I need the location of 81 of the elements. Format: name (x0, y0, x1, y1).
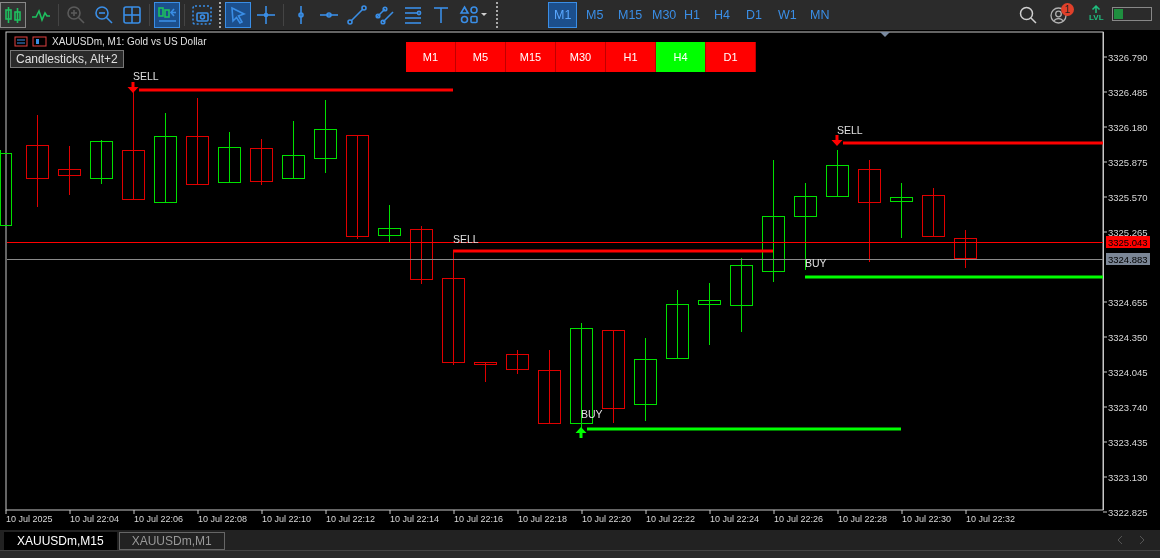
price-tick-label: 3324.045 (1108, 366, 1148, 378)
timeframe-button[interactable]: M5 (456, 42, 506, 72)
autoscroll-button[interactable] (154, 2, 180, 28)
chart-tab[interactable]: XAUUSDm,M1 (118, 532, 225, 550)
sell-arrow-icon (127, 82, 139, 93)
candlestick-icon (3, 5, 23, 25)
chart-symbol-title: XAUUSDm, M1: Gold vs US Dollar (52, 36, 207, 47)
time-label: 10 Jul 22:30 (902, 514, 952, 524)
time-label: 10 Jul 22:10 (262, 514, 312, 524)
tooltip: Candlesticks, Alt+2 (10, 50, 124, 68)
signal-label: SELL (133, 70, 159, 82)
price-tick-label: 3322.825 (1108, 506, 1148, 518)
time-label: 10 Jul 22:26 (774, 514, 824, 524)
trendline-button[interactable] (344, 2, 370, 28)
signal-label: SELL (453, 233, 479, 245)
price-tick-label: 3324.655 (1108, 296, 1148, 308)
price-label: 3324.883 (1108, 254, 1148, 265)
price-tick-label: 3326.485 (1108, 86, 1148, 98)
price-tick-label: 3325.570 (1108, 191, 1148, 203)
time-label: 10 Jul 22:14 (390, 514, 440, 524)
timeframe-button[interactable]: M15 (506, 42, 556, 72)
cursor-button[interactable] (225, 2, 251, 28)
chart-tab[interactable]: XAUUSDm,M15 (4, 532, 117, 550)
signal-label: BUY (805, 257, 827, 269)
zoom-in-icon (66, 5, 86, 25)
price-tick-label: 3326.790 (1108, 51, 1148, 63)
grid-icon (122, 5, 142, 25)
level-meter (1112, 7, 1152, 21)
timeframe-tab[interactable]: D1 (740, 2, 768, 28)
crosshair-icon (256, 5, 276, 25)
timeframe-tab[interactable]: W1 (772, 2, 803, 28)
notification-badge: 1 (1061, 3, 1074, 16)
price-tick-label: 3325.265 (1108, 226, 1148, 238)
time-label: 10 Jul 22:12 (326, 514, 376, 524)
sell-arrow-icon (831, 135, 843, 146)
fibonacci-icon (403, 5, 423, 25)
price-tick-label: 3325.875 (1108, 156, 1148, 168)
time-label: 10 Jul 22:32 (966, 514, 1016, 524)
time-label: 10 Jul 22:22 (646, 514, 696, 524)
time-label: 10 Jul 22:20 (582, 514, 632, 524)
time-label: 10 Jul 2025 (6, 514, 53, 524)
timeframe-button[interactable]: M30 (556, 42, 606, 72)
time-label: 10 Jul 22:16 (454, 514, 504, 524)
timeframe-tab[interactable]: M5 (580, 2, 610, 28)
timeframe-tab[interactable]: M1 (548, 2, 578, 28)
timeframe-tab[interactable]: H4 (708, 2, 736, 28)
time-label: 10 Jul 22:18 (518, 514, 568, 524)
autoscroll-icon (157, 5, 177, 25)
time-label: 10 Jul 22:24 (710, 514, 760, 524)
buy-arrow-icon (575, 427, 587, 438)
price-tick-label: 3323.435 (1108, 436, 1148, 448)
timeframe-button[interactable]: H1 (606, 42, 656, 72)
cursor-icon (228, 5, 248, 25)
time-label: 10 Jul 22:08 (198, 514, 248, 524)
price-tick-label: 3324.350 (1108, 331, 1148, 343)
trendline-icon (347, 5, 367, 25)
channel-icon (375, 5, 395, 25)
scroll-right-icon[interactable] (1138, 535, 1146, 545)
zoom-out-icon (94, 5, 114, 25)
search-icon[interactable] (1019, 6, 1037, 24)
signal-label: SELL (837, 124, 863, 136)
camera-icon (192, 5, 212, 25)
time-label: 10 Jul 22:06 (134, 514, 184, 524)
scroll-left-icon[interactable] (1116, 535, 1124, 545)
scroll-marker-icon[interactable] (880, 32, 890, 37)
price-tick-label: 3323.740 (1108, 401, 1148, 413)
time-label: 10 Jul 22:28 (838, 514, 888, 524)
timeframe-button[interactable]: D1 (706, 42, 756, 72)
shapes-icon (459, 5, 489, 25)
timeframe-tab[interactable]: MN (804, 2, 836, 28)
account-icon[interactable] (1050, 7, 1067, 24)
price-tick-label: 3323.130 (1108, 471, 1148, 483)
candlestick-chart-button[interactable] (0, 2, 26, 28)
screenshot-button[interactable] (189, 2, 215, 28)
price-tick-label: 3326.180 (1108, 121, 1148, 133)
time-label: 10 Jul 22:04 (70, 514, 120, 524)
timeframe-button[interactable]: M1 (406, 42, 456, 72)
price-label: 3325.043 (1108, 237, 1148, 248)
text-icon (431, 5, 451, 25)
timeframe-tab[interactable]: M15 (612, 2, 649, 28)
chart-type-icon (14, 36, 48, 47)
